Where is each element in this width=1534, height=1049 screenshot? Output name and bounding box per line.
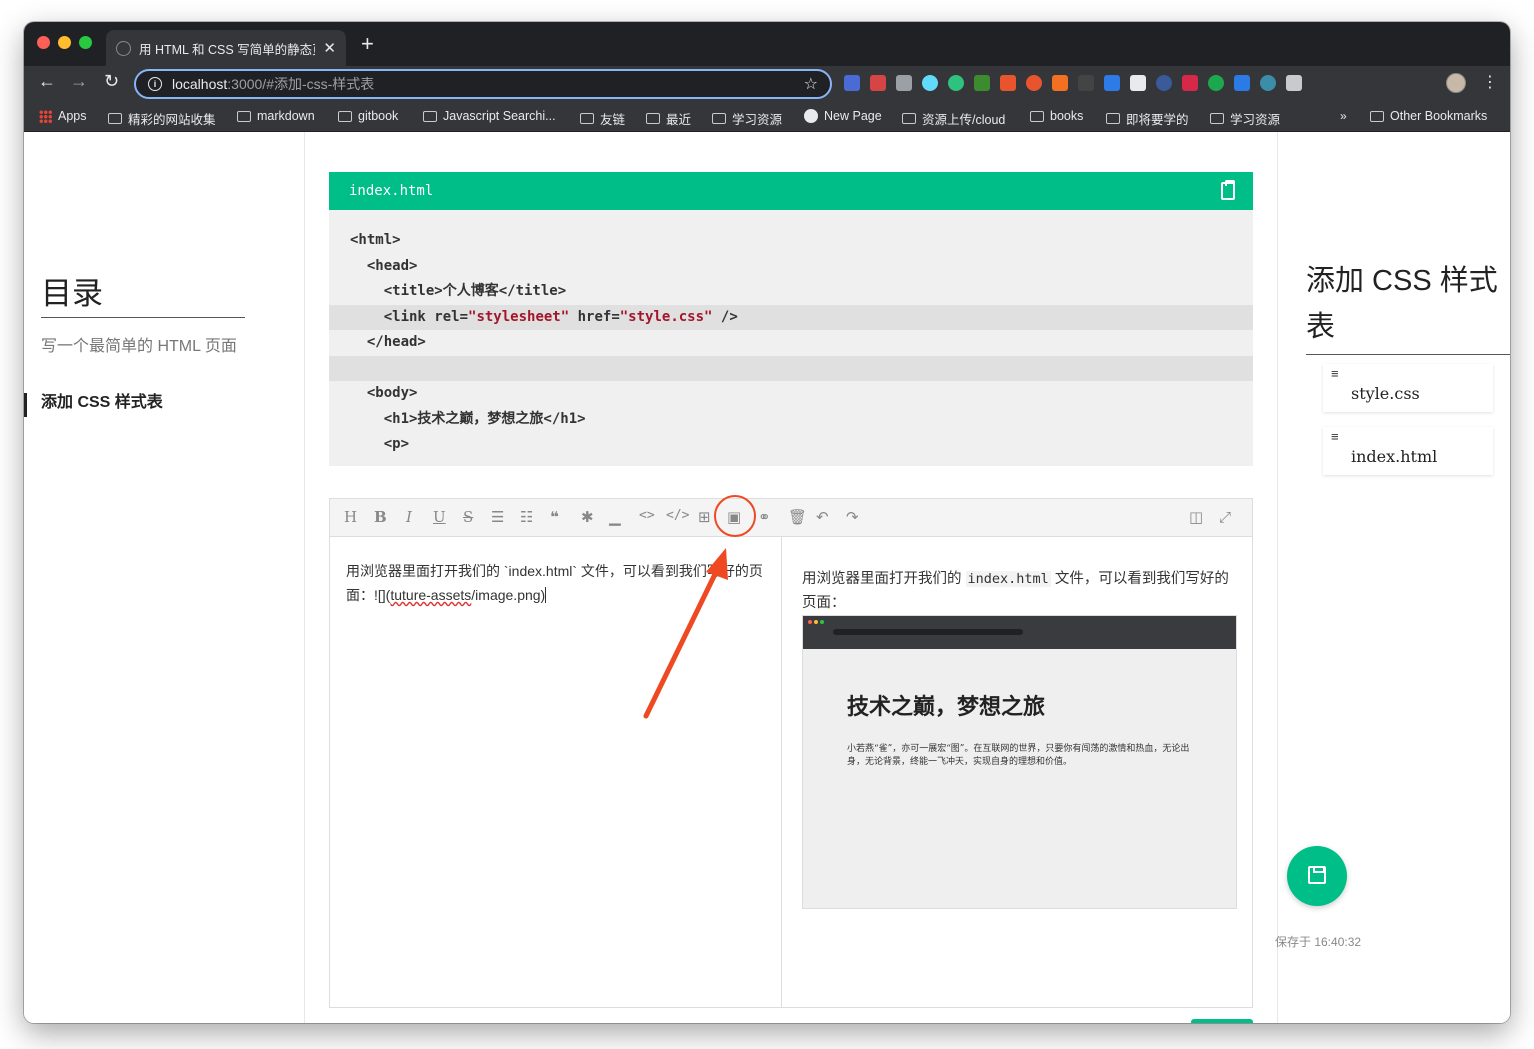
annotation-arrow xyxy=(643,548,728,719)
